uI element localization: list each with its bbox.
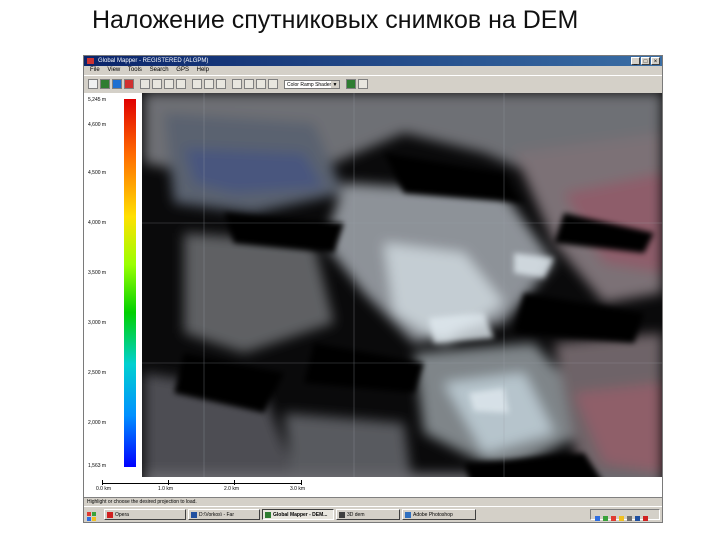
water-icon[interactable] [358, 79, 368, 89]
zoom-in-icon[interactable] [152, 79, 162, 89]
taskbar-item-label: D:\Vorkos\ - Far [199, 512, 235, 518]
minimize-button[interactable]: _ [631, 57, 640, 65]
taskbar: Opera D:\Vorkos\ - Far Global Mapper - D… [84, 506, 662, 522]
taskbar-item-opera[interactable]: Opera [104, 509, 186, 520]
close-button[interactable]: × [651, 57, 660, 65]
menu-help[interactable]: Help [197, 67, 209, 73]
taskbar-item-label: 3D dem [347, 512, 365, 518]
scale-label: 3.0 km [290, 486, 306, 492]
taskbar-item-label: Global Mapper - DEM... [273, 512, 328, 518]
menu-view[interactable]: View [107, 67, 120, 73]
scale-label: 2.0 km [224, 486, 240, 492]
window-title: Global Mapper - REGISTERED (ALGPM) [98, 58, 209, 64]
settings-icon[interactable] [256, 79, 266, 89]
zoom-out-icon[interactable] [164, 79, 174, 89]
taskbar-item-label: Opera [115, 512, 129, 518]
scale-bar: 0.0 km 1.0 km 2.0 km 3.0 km [84, 477, 662, 497]
pointer-icon[interactable] [140, 79, 150, 89]
menu-file[interactable]: File [90, 67, 100, 73]
satellite-overlay [84, 93, 662, 497]
map-view[interactable]: 5,245 m 4,600 m 4,500 m 4,000 m 3,500 m … [84, 93, 662, 497]
scale-line [102, 483, 302, 484]
taskbar-item-global-mapper[interactable]: Global Mapper - DEM... [262, 509, 334, 520]
legend-label: 3,000 m [88, 320, 107, 326]
load-data-icon[interactable] [100, 79, 110, 89]
pan-icon[interactable] [176, 79, 186, 89]
window-controls: _ □ × [631, 57, 660, 65]
scale-tick [168, 480, 169, 485]
digitizer-icon[interactable] [216, 79, 226, 89]
shader-select-value: Color Ramp Shader [287, 82, 332, 88]
menu-search[interactable]: Search [150, 67, 169, 73]
taskbar-item-label: Adobe Photoshop [413, 512, 453, 518]
global-mapper-screenshot: Global Mapper - REGISTERED (ALGPM) _ □ ×… [83, 55, 663, 523]
elevation-legend: 5,245 m 4,600 m 4,500 m 4,000 m 3,500 m … [84, 93, 142, 497]
shader-select[interactable]: Color Ramp Shader ▼ [284, 80, 340, 89]
system-tray [590, 509, 660, 521]
far-manager-icon [191, 512, 197, 518]
menu-gps[interactable]: GPS [176, 67, 189, 73]
stop-icon[interactable] [124, 79, 134, 89]
tray-icons [595, 516, 648, 521]
legend-label: 2,500 m [88, 370, 107, 376]
shader-toggle-icon[interactable] [232, 79, 242, 89]
taskbar-item-photoshop[interactable]: Adobe Photoshop [402, 509, 476, 520]
globe-icon[interactable] [112, 79, 122, 89]
scale-label: 0.0 km [96, 486, 112, 492]
status-text: Highlight or choose the desired projecti… [87, 499, 197, 505]
taskbar-item-far[interactable]: D:\Vorkos\ - Far [188, 509, 260, 520]
scale-label: 1.0 km [158, 486, 174, 492]
maximize-button[interactable]: □ [641, 57, 650, 65]
measure-icon[interactable] [192, 79, 202, 89]
menu-bar: File View Tools Search GPS Help [84, 66, 662, 75]
toolbar: Color Ramp Shader ▼ [84, 75, 662, 94]
dem-window-icon [339, 512, 345, 518]
menu-tools[interactable]: Tools [128, 67, 142, 73]
3d-view-icon[interactable] [268, 79, 278, 89]
scale-tick [102, 480, 103, 485]
app-icon [87, 58, 94, 64]
chevron-down-icon: ▼ [331, 81, 339, 88]
legend-label: 4,600 m [88, 122, 107, 128]
scale-tick [301, 480, 302, 485]
windows-logo-icon [87, 512, 96, 521]
hillshade-icon[interactable] [346, 79, 356, 89]
photoshop-icon [405, 512, 411, 518]
legend-label: 2,000 m [88, 420, 107, 426]
legend-label: 4,000 m [88, 220, 107, 226]
scale-tick [234, 480, 235, 485]
legend-label: 4,500 m [88, 170, 107, 176]
start-button[interactable] [86, 509, 98, 521]
legend-label: 1,563 m [88, 463, 107, 469]
window-titlebar: Global Mapper - REGISTERED (ALGPM) _ □ × [84, 56, 662, 66]
contrast-icon[interactable] [244, 79, 254, 89]
slide-title: Наложение спутниковых снимков на DEM [92, 6, 579, 34]
feature-info-icon[interactable] [204, 79, 214, 89]
opera-icon [107, 512, 113, 518]
legend-label: 3,500 m [88, 270, 107, 276]
elevation-color-ramp [124, 99, 136, 467]
global-mapper-icon [265, 512, 271, 518]
open-file-icon[interactable] [88, 79, 98, 89]
taskbar-item-3d-dem[interactable]: 3D dem [336, 509, 400, 520]
legend-label: 5,245 m [88, 97, 107, 103]
